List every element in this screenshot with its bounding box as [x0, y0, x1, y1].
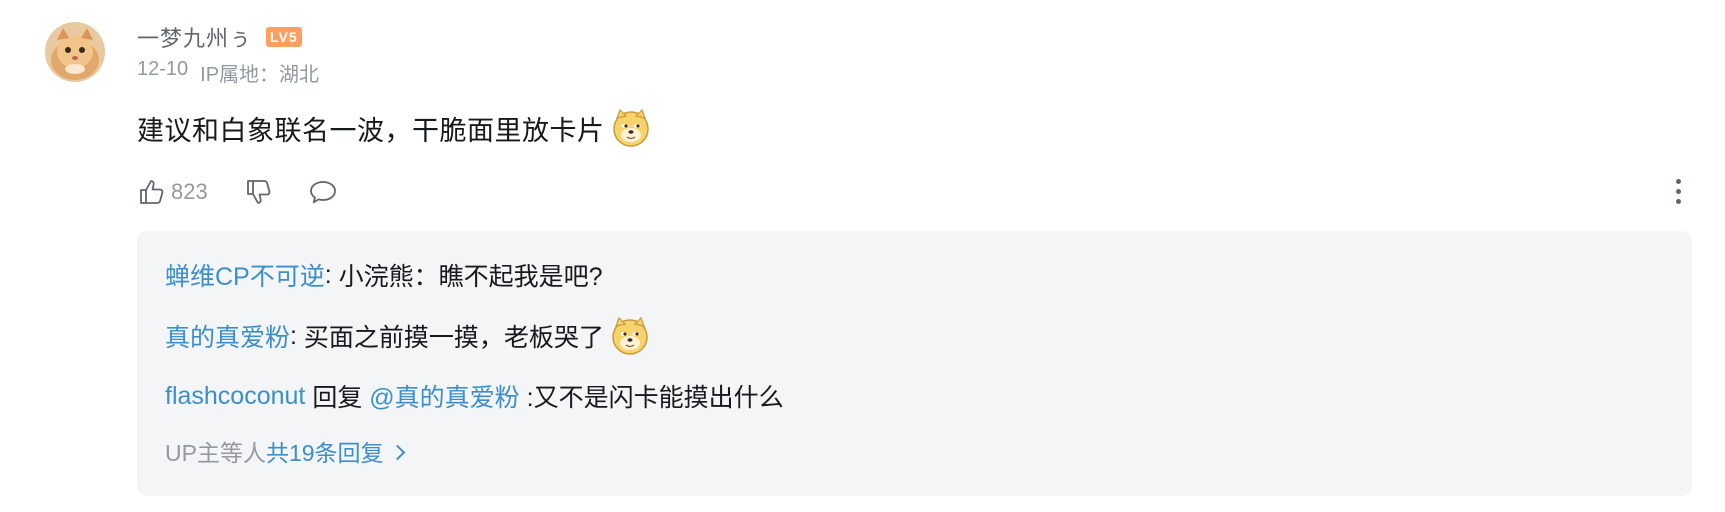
dislike-button[interactable] — [244, 177, 274, 207]
reply-button[interactable] — [308, 177, 338, 207]
replies-panel: 蝉维CP不可逆 : 小浣熊：瞧不起我是吧? 真的真爱粉 : 买面之前摸一摸，老板… — [137, 231, 1692, 496]
chat-bubble-icon — [309, 181, 336, 204]
reply-item: flashcoconut 回复 @真的真爱粉 :又不是闪卡能摸出什么 — [165, 376, 784, 416]
reply-separator: : — [324, 260, 339, 289]
like-button[interactable]: 823 — [137, 177, 208, 207]
more-options-icon[interactable] — [1668, 176, 1688, 206]
like-count: 823 — [171, 179, 208, 204]
reply-username[interactable]: flashcoconut — [165, 382, 305, 411]
chevron-right-icon[interactable] — [389, 444, 405, 460]
comment-meta: 12-10 IP属地：湖北 — [137, 58, 319, 87]
reply-text: :又不是闪卡能摸出什么 — [519, 384, 784, 412]
doge-emoji-icon — [612, 108, 649, 147]
thumbs-up-icon — [140, 180, 164, 204]
level-badge: LV5 — [266, 27, 302, 47]
reply-username[interactable]: 蝉维CP不可逆 — [165, 257, 325, 293]
reply-summary: UP主等人 共19条回复 — [165, 431, 405, 471]
comment-date: 12-10 — [137, 58, 189, 80]
reply-username[interactable]: 真的真爱粉 — [165, 318, 290, 354]
reply-item: 蝉维CP不可逆 : 小浣熊：瞧不起我是吧? — [165, 255, 603, 295]
reply-item: 真的真爱粉 : 买面之前摸一摸，老板哭了 — [165, 314, 650, 358]
doge-emoji-icon — [612, 316, 648, 355]
thumbs-down-icon — [246, 180, 271, 204]
comment-content: 建议和白象联名一波，干脆面里放卡片 — [137, 108, 651, 148]
reply-text: 买面之前摸一摸，老板哭了 — [303, 324, 604, 352]
username[interactable]: 一梦九州ぅ — [137, 21, 252, 53]
reply-summary-prefix: UP主等人 — [165, 440, 266, 466]
reply-separator: : — [290, 321, 304, 350]
ip-location: IP属地：湖北 — [200, 64, 320, 86]
comment-actions: 823 — [137, 172, 338, 212]
view-all-replies-link[interactable]: 共19条回复 — [266, 434, 384, 468]
reply-mention[interactable]: @真的真爱粉 — [369, 378, 519, 414]
reply-text: 小浣熊：瞧不起我是吧? — [338, 263, 603, 291]
reply-word: 回复 — [305, 384, 370, 412]
avatar[interactable] — [45, 22, 105, 82]
comment-text: 建议和白象联名一波，干脆面里放卡片 — [137, 115, 605, 146]
comment-header: 一梦九州ぅ LV5 — [137, 20, 302, 54]
cat-avatar-image — [45, 22, 105, 82]
